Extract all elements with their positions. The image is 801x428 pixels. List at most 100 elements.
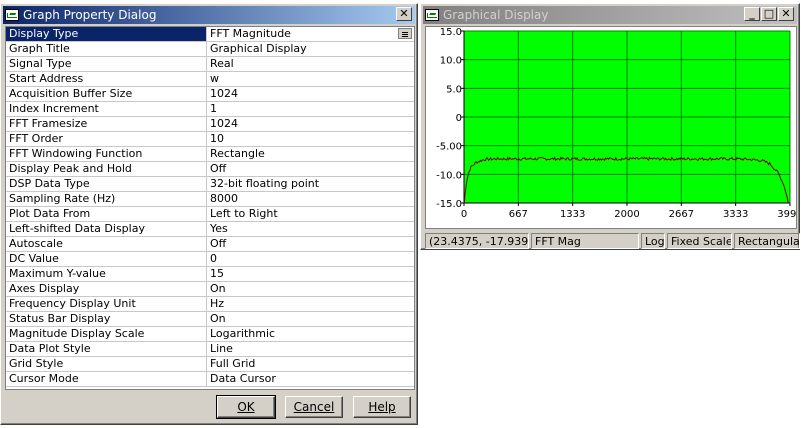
property-value[interactable]: Logarithmic (207, 327, 414, 341)
property-row[interactable]: Sampling Rate (Hz) 8000 (6, 192, 414, 207)
property-row[interactable]: FFT Windowing Function Rectangle (6, 147, 414, 162)
property-name[interactable]: DC Value (6, 252, 207, 266)
cursor-position: (23.4375, -17.9396) (425, 233, 529, 249)
property-name[interactable]: Grid Style (6, 357, 207, 371)
property-value[interactable]: 32-bit floating point (207, 177, 414, 191)
dialog-title: Graph Property Dialog (23, 8, 157, 22)
dropdown-list-icon[interactable] (398, 28, 412, 39)
property-value[interactable]: Real (207, 57, 414, 71)
property-name[interactable]: Start Address (6, 72, 207, 86)
property-row[interactable]: Cursor Mode Data Cursor (6, 372, 414, 387)
property-name[interactable]: Maximum Y-value (6, 267, 207, 281)
property-name[interactable]: Sampling Rate (Hz) (6, 192, 207, 206)
property-row[interactable]: Signal Type Real (6, 57, 414, 72)
property-row[interactable]: Index Increment 1 (6, 102, 414, 117)
property-row[interactable]: Axes Display On (6, 282, 414, 297)
property-value[interactable]: FFT Magnitude (207, 27, 414, 41)
property-name[interactable]: FFT Order (6, 132, 207, 146)
minimize-icon[interactable]: _ (744, 7, 760, 21)
property-row[interactable]: Frequency Display Unit Hz (6, 297, 414, 312)
property-value-text: Data Cursor (210, 372, 276, 385)
property-name[interactable]: Axes Display (6, 282, 207, 296)
property-row[interactable]: Plot Data From Left to Right (6, 207, 414, 222)
property-row[interactable]: Display Type FFT Magnitude (6, 27, 414, 42)
property-row[interactable]: Acquisition Buffer Size 1024 (6, 87, 414, 102)
property-name[interactable]: Acquisition Buffer Size (6, 87, 207, 101)
property-value[interactable]: 10 (207, 132, 414, 146)
property-value-text: Hz (210, 297, 225, 310)
property-row[interactable]: Graph Title Graphical Display (6, 42, 414, 57)
property-value[interactable]: Left to Right (207, 207, 414, 221)
dialog-titlebar[interactable]: Graph Property Dialog (3, 6, 415, 24)
property-value-text: Rectangle (210, 147, 265, 160)
property-row[interactable]: Maximum Y-value 15 (6, 267, 414, 282)
status-bar: (23.4375, -17.9396) FFT Mag Log Fixed Sc… (425, 233, 800, 249)
y-tick-label: 15.0 (440, 27, 462, 38)
property-name[interactable]: Autoscale (6, 237, 207, 251)
property-name[interactable]: Status Bar Display (6, 312, 207, 326)
property-value-text: 1024 (210, 87, 238, 100)
property-row[interactable]: DSP Data Type 32-bit floating point (6, 177, 414, 192)
x-tick-label: 2667 (669, 209, 694, 220)
property-value[interactable]: Yes (207, 222, 414, 236)
property-value[interactable]: 15 (207, 267, 414, 281)
property-value-text: Left to Right (210, 207, 278, 220)
property-row[interactable]: Display Peak and Hold Off (6, 162, 414, 177)
property-value[interactable]: 0 (207, 252, 414, 266)
cancel-button[interactable]: Cancel (285, 396, 343, 418)
property-row[interactable]: Status Bar Display On (6, 312, 414, 327)
fft-magnitude-plot[interactable]: 0 667 1333 2000 2667 3333 3992 15.0 10.0 5.0 0 -5.0… (425, 26, 801, 229)
property-row[interactable]: Left-shifted Data Display Yes (6, 222, 414, 237)
property-value[interactable]: On (207, 282, 414, 296)
property-name[interactable]: Display Peak and Hold (6, 162, 207, 176)
property-value-text: 32-bit floating point (210, 177, 320, 190)
property-name[interactable]: Plot Data From (6, 207, 207, 221)
property-name[interactable]: Cursor Mode (6, 372, 207, 386)
property-row[interactable]: Autoscale Off (6, 237, 414, 252)
property-value[interactable]: Full Grid (207, 357, 414, 371)
property-value[interactable]: w (207, 72, 414, 86)
property-name[interactable]: DSP Data Type (6, 177, 207, 191)
property-value[interactable]: Line (207, 342, 414, 356)
property-name[interactable]: Left-shifted Data Display (6, 222, 207, 236)
property-name[interactable]: Magnitude Display Scale (6, 327, 207, 341)
maximize-icon[interactable]: □ (761, 7, 777, 21)
property-value[interactable]: Hz (207, 297, 414, 311)
property-value[interactable]: 1 (207, 102, 414, 116)
property-value[interactable]: Data Cursor (207, 372, 414, 386)
property-name[interactable]: Index Increment (6, 102, 207, 116)
property-row[interactable]: DC Value 0 (6, 252, 414, 267)
property-name[interactable]: Graph Title (6, 42, 207, 56)
property-value[interactable]: Off (207, 162, 414, 176)
property-grid: Display Type FFT Magnitude Graph Title Grap… (5, 26, 415, 390)
fft-chart-svg[interactable]: 0 667 1333 2000 2667 3333 3992 15.0 10.0 5.0 0 -5.0… (426, 27, 801, 228)
property-value[interactable]: 1024 (207, 117, 414, 131)
help-button[interactable]: Help (353, 396, 411, 418)
property-name[interactable]: FFT Windowing Function (6, 147, 207, 161)
property-value-text: On (210, 312, 226, 325)
property-row[interactable]: Data Plot Style Line (6, 342, 414, 357)
property-value[interactable]: 1024 (207, 87, 414, 101)
property-value[interactable]: Rectangle (207, 147, 414, 161)
property-name[interactable]: Data Plot Style (6, 342, 207, 356)
graph-titlebar[interactable]: Graphical Display (423, 6, 797, 24)
property-row[interactable]: FFT Framesize 1024 (6, 117, 414, 132)
property-value[interactable]: Off (207, 237, 414, 251)
property-row[interactable]: Grid Style Full Grid (6, 357, 414, 372)
property-value[interactable]: On (207, 312, 414, 326)
close-icon[interactable]: ✕ (778, 7, 794, 21)
property-name[interactable]: Display Type (6, 27, 207, 41)
property-value[interactable]: Graphical Display (207, 42, 414, 56)
ok-button[interactable]: OK (216, 395, 276, 419)
axis-scale: Fixed Scale (667, 233, 732, 249)
property-name[interactable]: FFT Framesize (6, 117, 207, 131)
property-name[interactable]: Signal Type (6, 57, 207, 71)
graphical-display-window: Graphical Display _ □ ✕ 0 667 1333 2000 2667… (420, 3, 801, 250)
close-icon[interactable]: ✕ (396, 7, 412, 21)
x-tick-label: 3992 (777, 209, 796, 220)
property-row[interactable]: Magnitude Display Scale Logarithmic (6, 327, 414, 342)
property-row[interactable]: FFT Order 10 (6, 132, 414, 147)
property-name[interactable]: Frequency Display Unit (6, 297, 207, 311)
property-value[interactable]: 8000 (207, 192, 414, 206)
property-row[interactable]: Start Address w (6, 72, 414, 87)
